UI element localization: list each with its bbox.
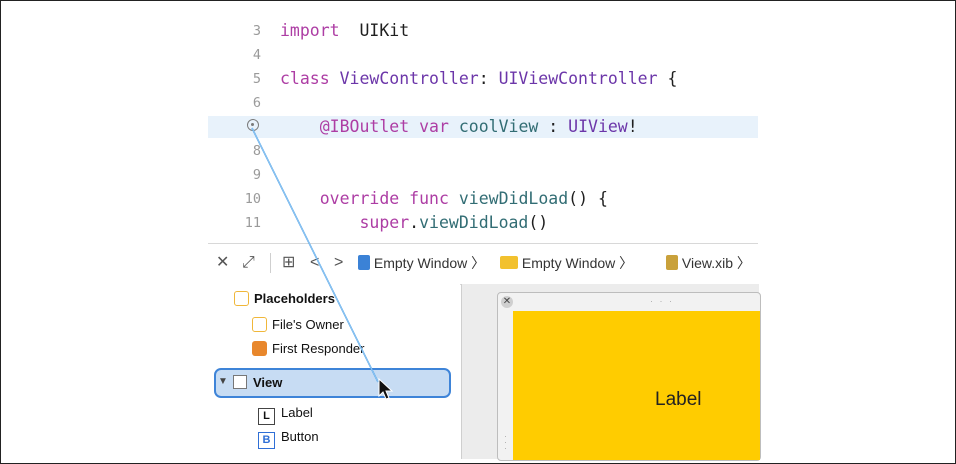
outlet-connection-line: [251, 127, 394, 400]
cursor-icon: [378, 377, 394, 400]
